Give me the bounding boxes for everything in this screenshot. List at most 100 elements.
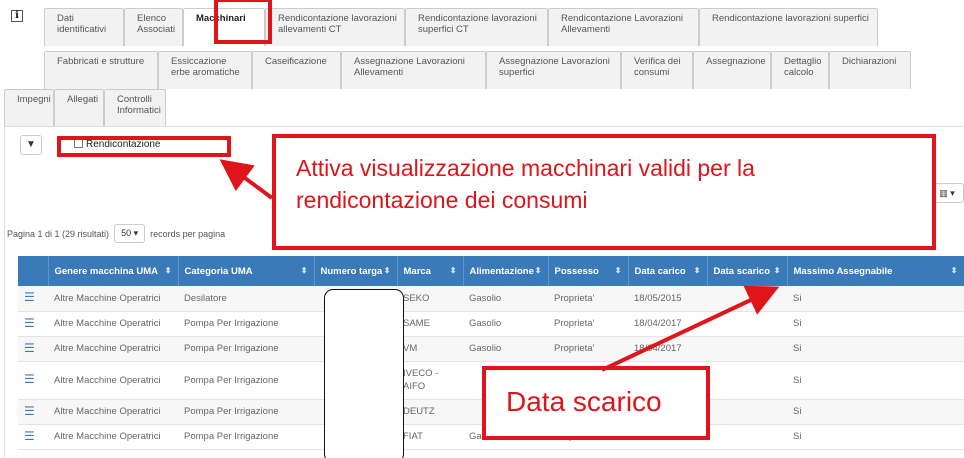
sort-icon: ⬍	[449, 265, 457, 275]
tab-row-secondary: Fabbricati e strutture Essiccazione erbe…	[44, 51, 911, 89]
table-cell	[707, 311, 787, 337]
table-cell: Si	[787, 361, 964, 400]
sort-icon: ⬍	[950, 265, 958, 275]
table-cell	[707, 399, 787, 425]
header-categoria[interactable]: Categoria UMA ⬍	[178, 256, 315, 286]
table-cell: SAME	[397, 311, 463, 337]
table-cell: DEUTZ	[397, 399, 463, 425]
table-cell: 18/04/2017	[628, 311, 707, 337]
header-data-scarico[interactable]: Data scarico ⬍	[707, 256, 788, 286]
filter-button[interactable]: ▼	[20, 135, 42, 155]
sort-icon: ⬍	[693, 265, 701, 275]
row-detail-cell[interactable]: ☰	[18, 361, 48, 400]
tab-verifica-consumi[interactable]: Verifica dei consumi	[621, 51, 693, 89]
tab-dettaglio-calcolo[interactable]: Dettaglio calcolo	[771, 51, 829, 89]
list-detail-icon[interactable]: ☰	[24, 290, 35, 304]
tab-rend-allevamenti-ct[interactable]: Rendicontazione lavorazioni allevamenti …	[265, 8, 405, 46]
tab-impegni[interactable]: Impegni	[4, 89, 54, 127]
tab-rend-superfici-ct[interactable]: Rendicontazione lavorazioni superfici CT	[405, 8, 548, 46]
list-detail-icon[interactable]: ☰	[24, 404, 35, 418]
tab-dichiarazioni[interactable]: Dichiarazioni	[829, 51, 911, 89]
page-size-select[interactable]: 50 ▾	[114, 224, 146, 243]
tab-dati-identificativi[interactable]: Dati identificativi	[44, 8, 124, 46]
row-detail-cell[interactable]: ☰	[18, 399, 48, 425]
tab-allegati[interactable]: Allegati	[54, 89, 104, 127]
tab-essiccazione[interactable]: Essiccazione erbe aromatiche	[158, 51, 252, 89]
tab-row-tertiary: Impegni Allegati Controlli Informatici	[4, 89, 166, 127]
table-cell: Si	[787, 286, 964, 312]
header-massimo-assegnabile[interactable]: Massimo Assegnabile ⬍	[787, 256, 964, 286]
table-cell: Gasolio	[463, 286, 548, 312]
info-icon[interactable]: i	[11, 10, 23, 22]
redacted-plate-numbers	[324, 289, 404, 458]
header-alimentazione[interactable]: Alimentazione ⬍	[463, 256, 549, 286]
sort-icon: ⬍	[300, 265, 308, 275]
table-cell: Altre Macchine Operatrici	[48, 361, 178, 400]
table-cell: 18/04/2017	[628, 336, 707, 362]
row-detail-cell[interactable]: ☰	[18, 424, 48, 450]
table-cell: SEKO	[397, 286, 463, 312]
table-cell: Altre Macchine Operatrici	[48, 286, 178, 312]
table-cell: Pompa Per Irrigazione	[178, 311, 314, 337]
table-cell: Si	[787, 311, 964, 337]
tab-caseificazione[interactable]: Caseificazione	[252, 51, 341, 89]
tab-assegnazione-superfici[interactable]: Assegnazione Lavorazioni superfici	[486, 51, 621, 89]
table-cell	[707, 336, 787, 362]
table-cell: FIAT	[397, 424, 463, 450]
table-row[interactable]: ☰ Altre Macchine Operatrici Pompa Per Irri…	[18, 336, 964, 362]
table-cell: Pompa Per Irrigazione	[178, 361, 314, 400]
list-detail-icon[interactable]: ☰	[24, 341, 35, 355]
table-cell: Si	[787, 399, 964, 425]
header-marca[interactable]: Marca ⬍	[397, 256, 464, 286]
header-numero-targa[interactable]: Numero targa ⬍	[314, 256, 398, 286]
row-detail-cell[interactable]: ☰	[18, 336, 48, 362]
pager-summary: Pagina 1 di 1 (29 risultati)	[7, 228, 110, 239]
sort-icon: ⬍	[534, 265, 542, 275]
sort-icon: ⬍	[164, 265, 172, 275]
tab-row-primary: Dati identificativi Elenco Associati Mac…	[44, 8, 878, 46]
table-cell	[707, 286, 787, 312]
table-cell: Gasolio	[463, 336, 548, 362]
callout-data-scarico: Data scarico	[482, 366, 710, 440]
header-action	[18, 256, 49, 286]
tab-rend-allevamenti[interactable]: Rendicontazione Lavorazioni Allevamenti	[548, 8, 699, 46]
table-cell: Si	[787, 424, 964, 450]
tab-assegnazione[interactable]: Assegnazione	[693, 51, 771, 89]
filter-icon: ▼	[26, 139, 36, 150]
header-possesso[interactable]: Possesso ⬍	[548, 256, 629, 286]
table-cell: Altre Macchine Operatrici	[48, 336, 178, 362]
row-detail-cell[interactable]: ☰	[18, 311, 48, 337]
tab-elenco-associati[interactable]: Elenco Associati	[124, 8, 183, 46]
highlight-macchinari-tab	[214, 0, 272, 44]
table-cell: Pompa Per Irrigazione	[178, 336, 314, 362]
header-data-carico[interactable]: Data carico ⬍	[628, 256, 708, 286]
sort-icon: ⬍	[773, 265, 781, 275]
callout-rendicontazione: Attiva visualizzazione macchinari validi…	[272, 134, 936, 250]
table-cell	[707, 361, 787, 400]
tab-assegnazione-allevamenti[interactable]: Assegnazione Lavorazioni Allevamenti	[341, 51, 486, 89]
tab-fabbricati[interactable]: Fabbricati e strutture	[44, 51, 158, 89]
list-detail-icon[interactable]: ☰	[24, 316, 35, 330]
table-cell: VM	[397, 336, 463, 362]
header-genere[interactable]: Genere macchina UMA ⬍	[48, 256, 179, 286]
table-cell: Si	[787, 336, 964, 362]
tab-controlli-informatici[interactable]: Controlli Informatici	[104, 89, 166, 127]
table-header-row: Genere macchina UMA ⬍ Categoria UMA ⬍ Nume…	[18, 256, 964, 286]
table-cell: Proprieta'	[548, 286, 628, 312]
table-cell: IVECO - AIFO	[397, 361, 463, 400]
list-detail-icon[interactable]: ☰	[24, 372, 35, 386]
table-cell: Desilatore	[178, 286, 314, 312]
table-cell: Altre Macchine Operatrici	[48, 399, 178, 425]
table-cell: Pompa Per Irrigazione	[178, 424, 314, 450]
records-per-page-label: records per pagina	[150, 228, 226, 239]
tab-rend-superfici[interactable]: Rendicontazione lavorazioni superfici	[699, 8, 878, 46]
highlight-rendicontazione-checkbox	[57, 136, 231, 157]
sort-icon: ⬍	[383, 265, 391, 275]
table-row[interactable]: ☰ Altre Macchine Operatrici Pompa Per Irri…	[18, 311, 964, 337]
table-row[interactable]: ☰ Altre Macchine Operatrici Desilatore SEKO…	[18, 286, 964, 312]
table-cell: Proprieta'	[548, 311, 628, 337]
list-detail-icon[interactable]: ☰	[24, 429, 35, 443]
row-detail-cell[interactable]: ☰	[18, 286, 48, 312]
table-cell: Altre Macchine Operatrici	[48, 424, 178, 450]
table-cell	[707, 424, 787, 450]
